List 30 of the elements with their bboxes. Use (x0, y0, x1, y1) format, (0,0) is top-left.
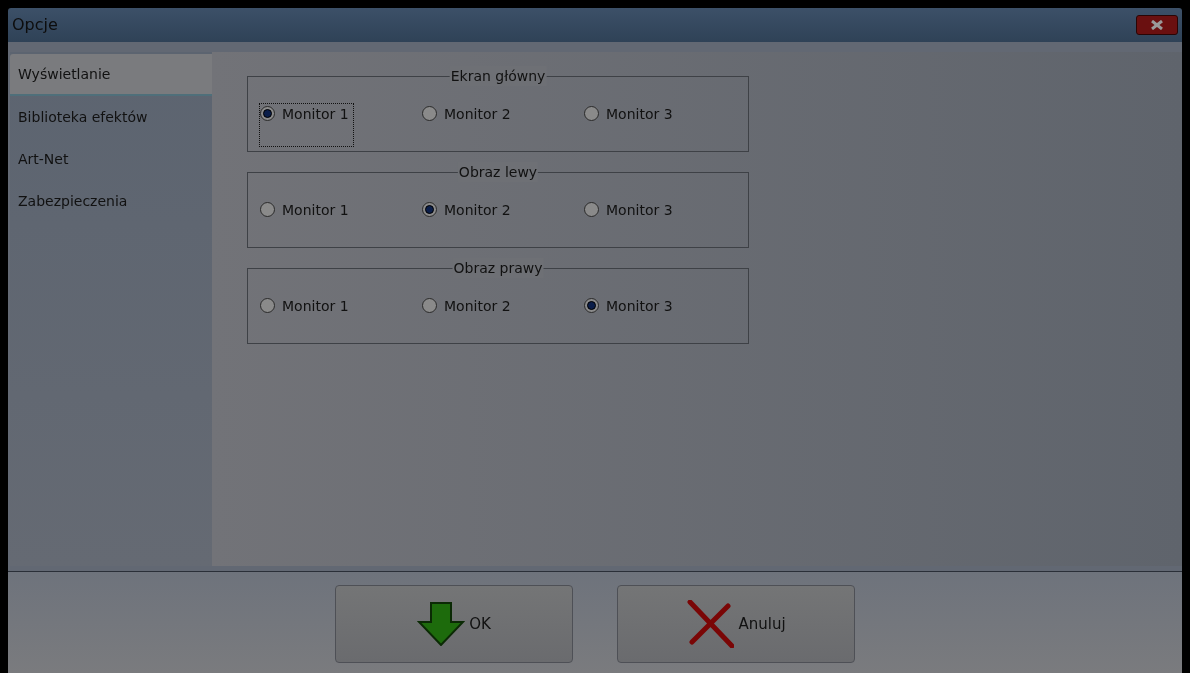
sidebar-tab[interactable]: Biblioteka efektów (10, 96, 212, 138)
radio-option[interactable]: Monitor 3 (584, 200, 677, 242)
radio-option[interactable]: Monitor 2 (422, 200, 515, 242)
group-title: Ekran główny (449, 66, 547, 86)
sidebar-tab[interactable]: Wyświetlanie (10, 54, 212, 96)
radio-button[interactable] (422, 202, 437, 217)
sidebar-tab[interactable]: Zabezpieczenia (10, 180, 212, 222)
radio-button[interactable] (422, 106, 437, 121)
dialog-button[interactable]: Anuluj (617, 585, 855, 663)
radio-button[interactable] (260, 298, 275, 313)
close-icon (1150, 20, 1164, 30)
radio-button[interactable] (584, 106, 599, 121)
radio-option[interactable]: Monitor 1 (260, 296, 353, 338)
radio-option[interactable]: Monitor 2 (422, 104, 515, 146)
radio-option[interactable]: Monitor 1 (260, 200, 353, 242)
cross-icon (686, 600, 735, 648)
radio-button[interactable] (584, 298, 599, 313)
down-arrow-icon (417, 602, 466, 646)
radio-button[interactable] (584, 202, 599, 217)
radio-button[interactable] (260, 202, 275, 217)
radio-button[interactable] (260, 106, 275, 121)
radio-button[interactable] (422, 298, 437, 313)
sidebar-tab[interactable]: Art-Net (10, 138, 212, 180)
radio-option[interactable]: Monitor 2 (422, 296, 515, 338)
radio-option[interactable]: Monitor 1 (260, 104, 353, 146)
radio-option[interactable]: Monitor 3 (584, 296, 677, 338)
dialog-button[interactable]: OK (335, 585, 573, 663)
close-button[interactable] (1136, 15, 1178, 35)
window-title: Opcje (12, 14, 58, 36)
radio-option[interactable]: Monitor 3 (584, 104, 677, 146)
